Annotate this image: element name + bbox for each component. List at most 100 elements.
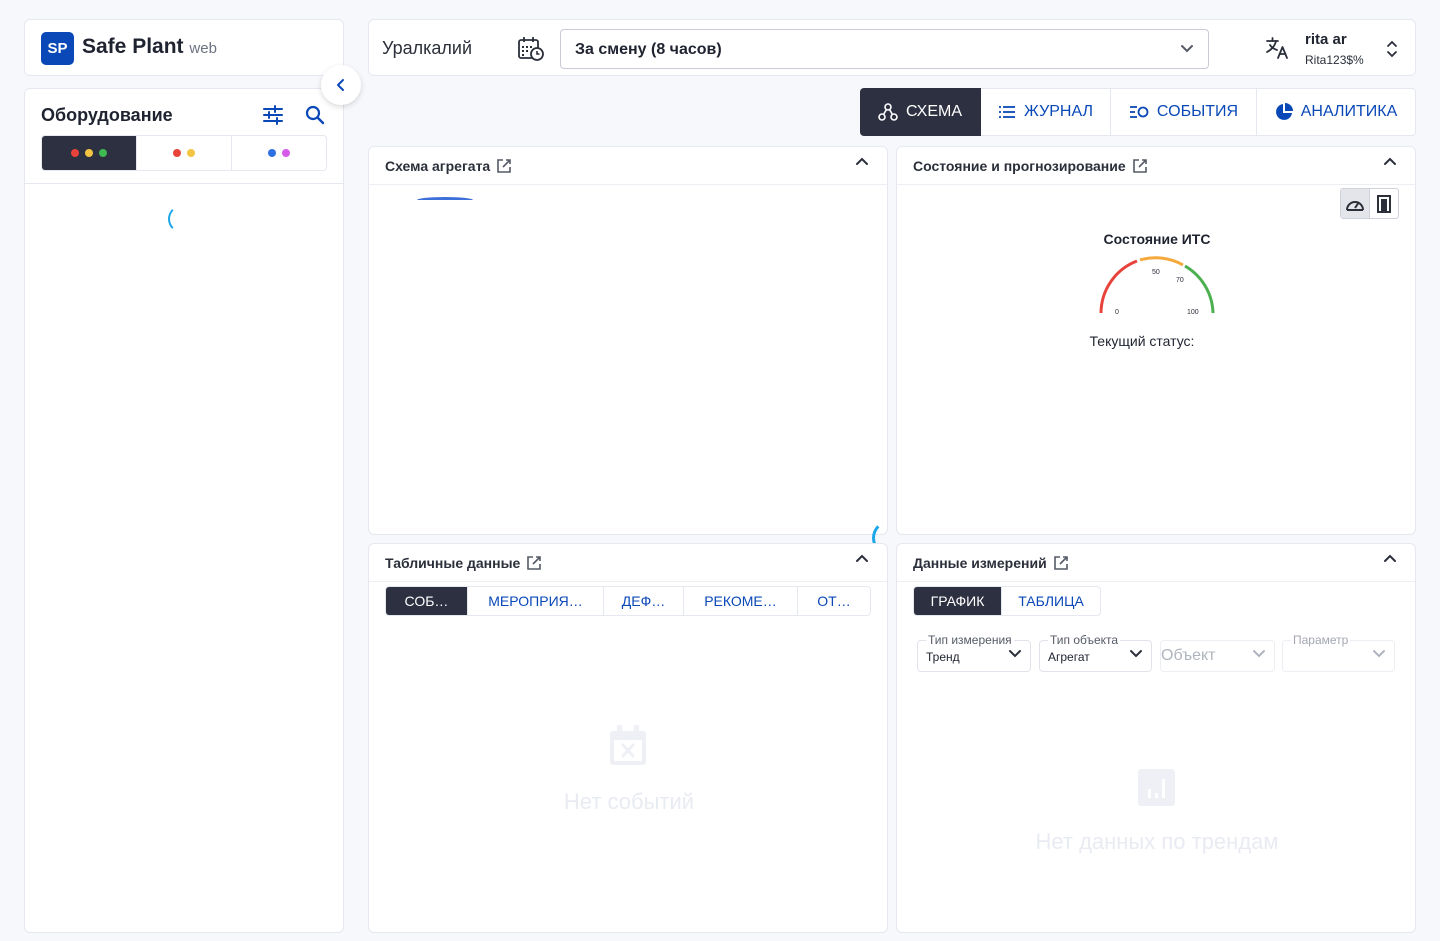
divider bbox=[897, 581, 1415, 582]
object-select[interactable]: Объект bbox=[1160, 640, 1275, 672]
blue-dot bbox=[268, 149, 276, 157]
gauge-tick-70: 70 bbox=[1176, 277, 1184, 284]
gauge-segment-orange bbox=[1139, 256, 1184, 267]
tab-schema[interactable]: СХЕМА bbox=[860, 88, 981, 136]
period-select[interactable]: За смену (8 часов) bbox=[560, 29, 1209, 69]
gauge-tick-0: 0 bbox=[1115, 309, 1119, 316]
schema-icon bbox=[878, 103, 898, 121]
parameter-select[interactable]: Параметр bbox=[1282, 633, 1395, 672]
open-external-icon[interactable] bbox=[526, 555, 542, 571]
bar-view-button[interactable] bbox=[1370, 189, 1398, 218]
schema-title-text: Схема агрегата bbox=[385, 158, 491, 174]
open-external-icon[interactable] bbox=[1132, 158, 1148, 174]
divider bbox=[369, 184, 887, 185]
yellow-dot bbox=[187, 149, 195, 157]
current-status-label: Текущий статус: bbox=[1089, 333, 1195, 349]
divider bbox=[897, 184, 1415, 185]
object-type-label: Тип объекта bbox=[1048, 633, 1121, 647]
chevron-up-icon[interactable] bbox=[855, 156, 869, 166]
tab-chart[interactable]: ГРАФИК bbox=[914, 587, 1002, 615]
speedometer-icon bbox=[1345, 200, 1364, 211]
purple-dot bbox=[282, 149, 290, 157]
empty-trends-text: Нет данных по трендам bbox=[1035, 829, 1279, 854]
measure-type-label: Тип измерения bbox=[926, 633, 1014, 647]
equipment-title: Оборудование bbox=[41, 105, 173, 125]
chevron-down-icon bbox=[1253, 650, 1265, 658]
tab-table[interactable]: ТАБЛИЦА bbox=[1002, 587, 1100, 615]
measure-type-select[interactable]: Тип измерения Тренд bbox=[917, 633, 1031, 672]
table-panel: Табличные данные СОБ… МЕРОПРИЯ… ДЕФ… РЕК… bbox=[368, 543, 888, 933]
search-icon[interactable] bbox=[305, 105, 325, 130]
open-external-icon[interactable] bbox=[496, 158, 512, 174]
column-icon bbox=[1376, 194, 1391, 213]
user-menu-toggle-icon[interactable] bbox=[1386, 40, 1398, 63]
divider bbox=[25, 183, 343, 184]
tab-events[interactable]: СОБЫТИЯ bbox=[1111, 88, 1257, 136]
parameter-label: Параметр bbox=[1291, 633, 1351, 647]
chevron-down-icon bbox=[1009, 650, 1021, 658]
list-icon bbox=[998, 106, 1015, 118]
measurement-title-text: Данные измерений bbox=[913, 555, 1047, 571]
period-value: За смену (8 часов) bbox=[575, 41, 722, 58]
status-tab-warning[interactable] bbox=[137, 136, 232, 170]
table-panel-title: Табличные данные bbox=[385, 555, 542, 571]
chevron-left-icon bbox=[337, 79, 344, 91]
view-toggle bbox=[1340, 188, 1399, 219]
empty-events-text: Нет событий bbox=[563, 789, 695, 814]
calendar-clock-icon[interactable] bbox=[517, 36, 545, 67]
chevron-up-icon[interactable] bbox=[855, 553, 869, 563]
tab-recommendations-table[interactable]: РЕКОМЕ… bbox=[684, 587, 798, 615]
state-panel-title: Состояние и прогнозирование bbox=[913, 158, 1148, 174]
red-dot bbox=[173, 149, 181, 157]
status-filter-tabs bbox=[41, 135, 327, 171]
gauge-tick-100: 100 bbox=[1187, 309, 1199, 316]
main-nav-tabs: СХЕМА ЖУРНАЛ СОБЫТИЯ АНАЛИТИКА bbox=[860, 88, 1416, 136]
gauge-view-button[interactable] bbox=[1341, 189, 1370, 218]
logo-badge: SP bbox=[41, 32, 74, 65]
gauge-title: Состояние ИТС bbox=[1103, 231, 1211, 247]
object-placeholder: Объект bbox=[1161, 647, 1216, 664]
tab-events-table[interactable]: СОБ… bbox=[386, 587, 468, 615]
events-icon bbox=[1129, 106, 1149, 118]
tab-journal[interactable]: ЖУРНАЛ bbox=[981, 88, 1111, 136]
chevron-up-icon[interactable] bbox=[1383, 156, 1397, 166]
gauge-segment-green bbox=[1184, 264, 1215, 314]
health-gauge: 0 50 70 100 bbox=[1099, 256, 1215, 316]
translate-icon[interactable] bbox=[1265, 36, 1289, 65]
tab-reports-table[interactable]: ОТ… bbox=[798, 587, 870, 615]
tab-measures-table[interactable]: МЕРОПРИЯ… bbox=[468, 587, 604, 615]
collapse-sidebar-button[interactable] bbox=[321, 65, 361, 105]
tab-defects-table[interactable]: ДЕФ… bbox=[604, 587, 684, 615]
filter-icon[interactable] bbox=[262, 105, 284, 130]
chevron-down-icon bbox=[1181, 45, 1193, 53]
loading-spinner bbox=[168, 205, 196, 233]
company-name: Уралкалий bbox=[382, 38, 473, 58]
brand-name: Safe Plant bbox=[82, 35, 184, 58]
chevron-down-icon bbox=[1373, 650, 1385, 658]
tab-analytics[interactable]: АНАЛИТИКА bbox=[1257, 88, 1416, 136]
equipment-panel: Оборудование bbox=[24, 88, 344, 933]
status-tab-other[interactable] bbox=[232, 136, 326, 170]
chevron-down-icon bbox=[1130, 650, 1142, 658]
measure-type-value: Тренд bbox=[926, 650, 960, 664]
pie-chart-icon bbox=[1275, 103, 1293, 120]
gauge-segment-red bbox=[1099, 259, 1138, 314]
red-dot bbox=[71, 149, 79, 157]
state-panel: Состояние и прогнозирование Состояние ИТ… bbox=[896, 146, 1416, 535]
yellow-dot bbox=[85, 149, 93, 157]
tab-journal-label: ЖУРНАЛ bbox=[1023, 103, 1094, 120]
user-login: Rita123$% bbox=[1305, 53, 1364, 67]
logo-text: Safe Plant web bbox=[82, 35, 217, 59]
object-type-select[interactable]: Тип объекта Агрегат bbox=[1039, 633, 1152, 672]
calendar-x-icon bbox=[610, 725, 646, 765]
schema-panel-title: Схема агрегата bbox=[385, 158, 512, 174]
measurement-panel: Данные измерений ГРАФИК ТАБЛИЦА Тип изме… bbox=[896, 543, 1416, 933]
gauge-tick-50: 50 bbox=[1152, 269, 1160, 276]
brand-suffix: web bbox=[189, 40, 217, 57]
user-name: rita ar bbox=[1305, 31, 1347, 48]
chevron-up-icon[interactable] bbox=[1383, 553, 1397, 563]
open-external-icon[interactable] bbox=[1053, 555, 1069, 571]
schema-panel: Схема агрегата bbox=[368, 146, 888, 535]
tab-events-label: СОБЫТИЯ bbox=[1156, 103, 1239, 120]
status-tab-all[interactable] bbox=[42, 136, 137, 170]
